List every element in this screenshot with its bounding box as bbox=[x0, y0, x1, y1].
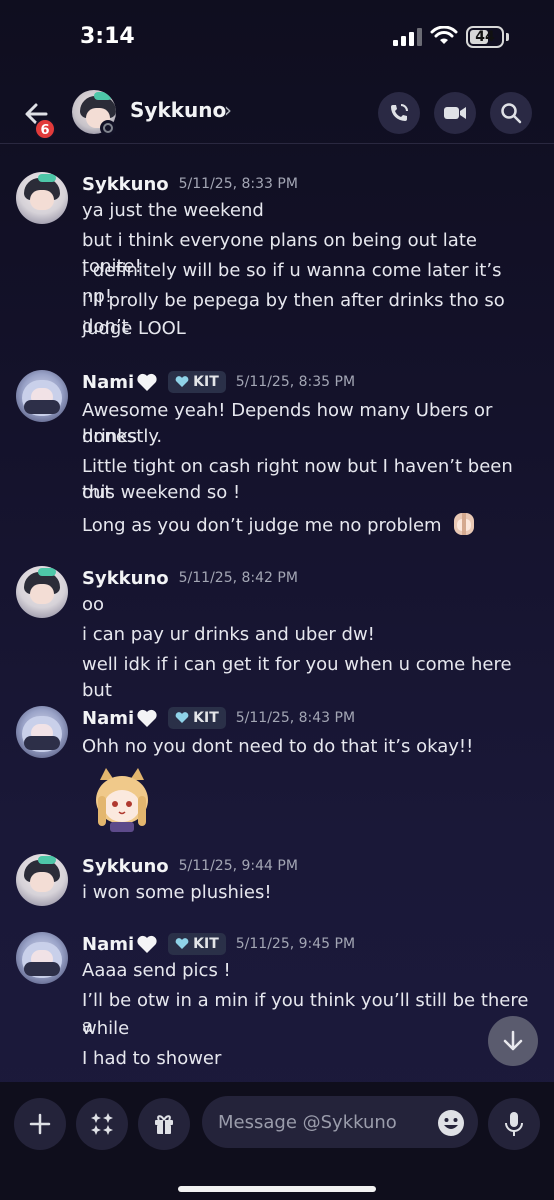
message-meta: Sykkuno 5/11/25, 9:44 PM bbox=[82, 854, 298, 878]
home-indicator bbox=[178, 1186, 376, 1192]
guild-tag[interactable]: KIT bbox=[168, 707, 226, 729]
message-text[interactable]: while bbox=[82, 1016, 534, 1042]
contact-name[interactable]: Sykkuno bbox=[130, 98, 226, 122]
emoji-icon[interactable] bbox=[436, 1108, 466, 1138]
wifi-icon bbox=[430, 26, 458, 44]
jump-to-latest-button[interactable] bbox=[488, 1016, 538, 1066]
author-name[interactable]: Sykkuno bbox=[82, 856, 169, 877]
clock: 3:14 bbox=[80, 24, 135, 49]
offline-status-icon bbox=[100, 120, 116, 136]
custom-emoji-icon[interactable] bbox=[451, 511, 477, 537]
timestamp: 5/11/25, 9:44 PM bbox=[178, 858, 298, 874]
avatar[interactable] bbox=[16, 566, 68, 618]
battery-icon: 44 bbox=[466, 26, 504, 48]
status-bar: 3:14 44 bbox=[0, 0, 554, 80]
video-call-icon bbox=[444, 107, 466, 119]
author-name[interactable]: Nami bbox=[82, 708, 134, 729]
add-attachment-button[interactable] bbox=[14, 1098, 66, 1150]
message-text[interactable]: well idk if i can get it for you when u … bbox=[82, 652, 534, 704]
message-input[interactable] bbox=[218, 1096, 428, 1148]
message-text: Long as you don’t judge me no problem bbox=[82, 515, 442, 536]
apps-button[interactable] bbox=[76, 1098, 128, 1150]
anime-girl-sticker[interactable] bbox=[82, 766, 162, 832]
message-composer bbox=[0, 1082, 554, 1200]
avatar[interactable] bbox=[16, 172, 68, 224]
avatar[interactable] bbox=[16, 706, 68, 758]
message-text[interactable]: ya just the weekend bbox=[82, 198, 534, 224]
message-text[interactable]: honestly. bbox=[82, 424, 534, 450]
arrow-down-icon bbox=[503, 1030, 523, 1051]
microphone-icon bbox=[505, 1112, 523, 1136]
voice-message-button[interactable] bbox=[488, 1098, 540, 1150]
message-text[interactable]: Ohh no you dont need to do that it’s oka… bbox=[82, 734, 534, 760]
battery-level: 44 bbox=[475, 29, 495, 45]
gift-icon bbox=[155, 1115, 173, 1134]
guild-tag[interactable]: KIT bbox=[168, 933, 226, 955]
timestamp: 5/11/25, 8:42 PM bbox=[178, 570, 298, 586]
message-text[interactable]: i can pay ur drinks and uber dw! bbox=[82, 622, 534, 648]
plus-icon bbox=[29, 1113, 51, 1135]
guild-tag-label: KIT bbox=[193, 936, 219, 952]
message-text[interactable]: judge LOOL bbox=[82, 316, 534, 342]
message-text[interactable]: this weekend so ! bbox=[82, 480, 534, 506]
chevron-right-icon[interactable]: › bbox=[224, 98, 232, 122]
search-icon bbox=[501, 103, 522, 124]
gift-button[interactable] bbox=[138, 1098, 190, 1150]
message-meta: Nami KIT 5/11/25, 8:35 PM bbox=[82, 370, 355, 394]
author-name[interactable]: Sykkuno bbox=[82, 568, 169, 589]
message-list[interactable]: Sykkuno 5/11/25, 8:33 PM ya just the wee… bbox=[0, 150, 554, 1080]
message-meta: Nami KIT 5/11/25, 9:45 PM bbox=[82, 932, 355, 956]
message-meta: Sykkuno 5/11/25, 8:33 PM bbox=[82, 172, 298, 196]
guild-tag[interactable]: KIT bbox=[168, 371, 226, 393]
avatar[interactable] bbox=[16, 932, 68, 984]
search-button[interactable] bbox=[490, 92, 532, 134]
message-text[interactable]: Aaaa send pics ! bbox=[82, 958, 534, 984]
message-meta: Nami KIT 5/11/25, 8:43 PM bbox=[82, 706, 355, 730]
white-heart-icon bbox=[137, 373, 157, 391]
message-text[interactable]: I had to shower bbox=[82, 1046, 534, 1072]
chat-header: 6 Sykkuno › bbox=[0, 80, 554, 144]
heart-gem-icon bbox=[175, 712, 189, 723]
author-name[interactable]: Sykkuno bbox=[82, 174, 169, 195]
timestamp: 5/11/25, 8:33 PM bbox=[178, 176, 298, 192]
heart-gem-icon bbox=[175, 376, 189, 387]
message-text[interactable]: oo bbox=[82, 592, 534, 618]
timestamp: 5/11/25, 8:35 PM bbox=[235, 374, 356, 390]
message-meta: Sykkuno 5/11/25, 8:42 PM bbox=[82, 566, 298, 590]
avatar[interactable] bbox=[16, 370, 68, 422]
message-input-container[interactable] bbox=[202, 1096, 478, 1148]
heart-gem-icon bbox=[175, 938, 189, 949]
guild-tag-label: KIT bbox=[193, 710, 219, 726]
author-name[interactable]: Nami bbox=[82, 372, 134, 393]
guild-tag-label: KIT bbox=[193, 374, 219, 390]
white-heart-icon bbox=[137, 709, 157, 727]
avatar[interactable] bbox=[16, 854, 68, 906]
timestamp: 5/11/25, 8:43 PM bbox=[235, 710, 356, 726]
message-text-with-emoji[interactable]: Long as you don’t judge me no problem bbox=[82, 511, 534, 539]
author-name[interactable]: Nami bbox=[82, 934, 134, 955]
timestamp: 5/11/25, 9:45 PM bbox=[235, 936, 356, 952]
message-text[interactable]: i won some plushies! bbox=[82, 880, 534, 906]
unread-badge: 6 bbox=[34, 118, 56, 140]
voice-call-icon bbox=[391, 104, 408, 121]
white-heart-icon bbox=[137, 935, 157, 953]
video-call-button[interactable] bbox=[434, 92, 476, 134]
battery-nub bbox=[506, 33, 509, 41]
voice-call-button[interactable] bbox=[378, 92, 420, 134]
apps-icon bbox=[91, 1113, 113, 1135]
cellular-signal-icon bbox=[393, 28, 422, 46]
